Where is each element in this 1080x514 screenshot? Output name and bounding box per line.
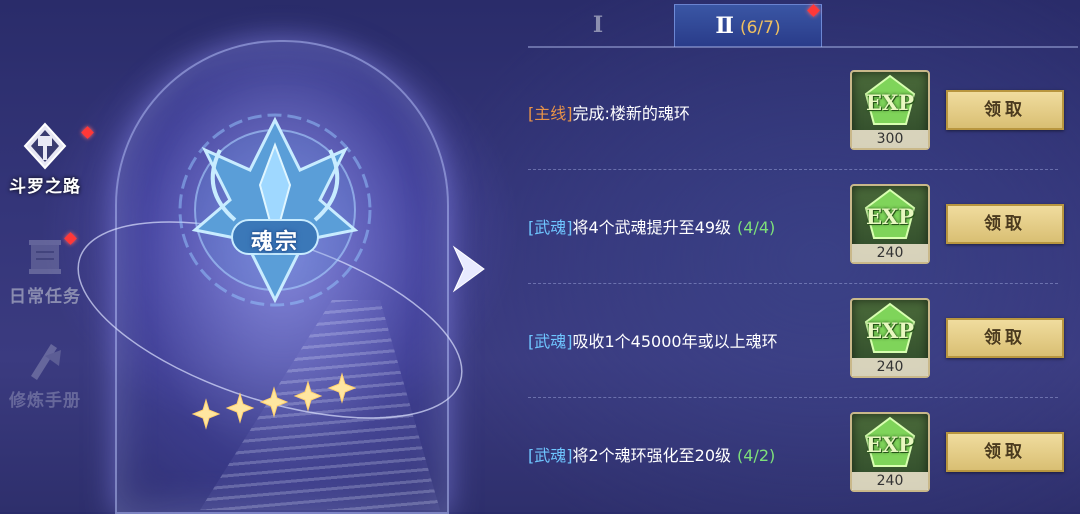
claim-button[interactable]: 领取 [946,90,1064,130]
quest-description: [武魂]吸收1个45000年或以上魂环 [528,328,778,352]
quest-text: 吸收1个45000年或以上魂环 [572,332,778,351]
next-rank-arrow-icon[interactable] [450,243,486,295]
tab-progress: (6/7) [739,18,781,38]
exp-reward: EXP 300 [850,70,930,150]
rank-stars [190,370,370,440]
rank-title: 魂宗 [250,229,299,255]
exp-amount: 240 [852,244,928,262]
quest-row: [武魂]将4个武魂提升至49级 (4/4) EXP 240 领取 [528,170,1068,284]
tab-bar: Ⅰ Ⅱ (6/7) [528,4,1078,48]
quest-description: [主线]完成:楼新的魂环 [528,100,690,124]
exp-label: EXP [865,204,915,229]
tab-label: Ⅰ [592,12,604,38]
star-icon [327,372,357,404]
star-icon [225,392,255,424]
exp-amount: 240 [852,472,928,490]
quest-tag: [武魂] [528,446,573,465]
exp-reward: EXP 240 [850,184,930,264]
quest-tag: [武魂] [528,218,573,237]
exp-reward: EXP 240 [850,298,930,378]
star-icon [191,398,221,430]
quest-text: 完成:楼新的魂环 [572,104,690,123]
quest-description: [武魂]将4个武魂提升至49级 (4/4) [528,214,775,238]
exp-label: EXP [865,318,915,343]
claim-button[interactable]: 领取 [946,318,1064,358]
quest-text: 将4个武魂提升至49级 [572,218,732,237]
quest-description: [武魂]将2个魂环强化至20级 (4/2) [528,442,775,466]
claim-button[interactable]: 领取 [946,432,1064,472]
star-icon [293,380,323,412]
claim-button[interactable]: 领取 [946,204,1064,244]
tab-label: Ⅱ [715,13,734,39]
exp-reward: EXP 240 [850,412,930,492]
soul-rank-emblem [140,90,410,320]
exp-label: EXP [865,432,915,457]
star-icon [259,386,289,418]
quest-text: 将2个魂环强化至20级 [572,446,732,465]
tab-stage-2[interactable]: Ⅱ (6/7) [674,4,822,47]
quest-tag: [主线] [528,104,573,123]
quest-progress: (4/2) [737,446,776,465]
quest-tag: [武魂] [528,332,573,351]
tab-stage-1[interactable]: Ⅰ [578,4,618,46]
tab-underline [528,46,1078,48]
quest-row: [武魂]吸收1个45000年或以上魂环 EXP 240 领取 [528,284,1068,398]
quest-progress: (4/4) [737,218,776,237]
quest-row: [主线]完成:楼新的魂环 EXP 300 领取 [528,56,1068,170]
exp-amount: 240 [852,358,928,376]
exp-label: EXP [865,90,915,115]
quest-row: [武魂]将2个魂环强化至20级 (4/2) EXP 240 领取 [528,398,1068,512]
exp-amount: 300 [852,130,928,148]
